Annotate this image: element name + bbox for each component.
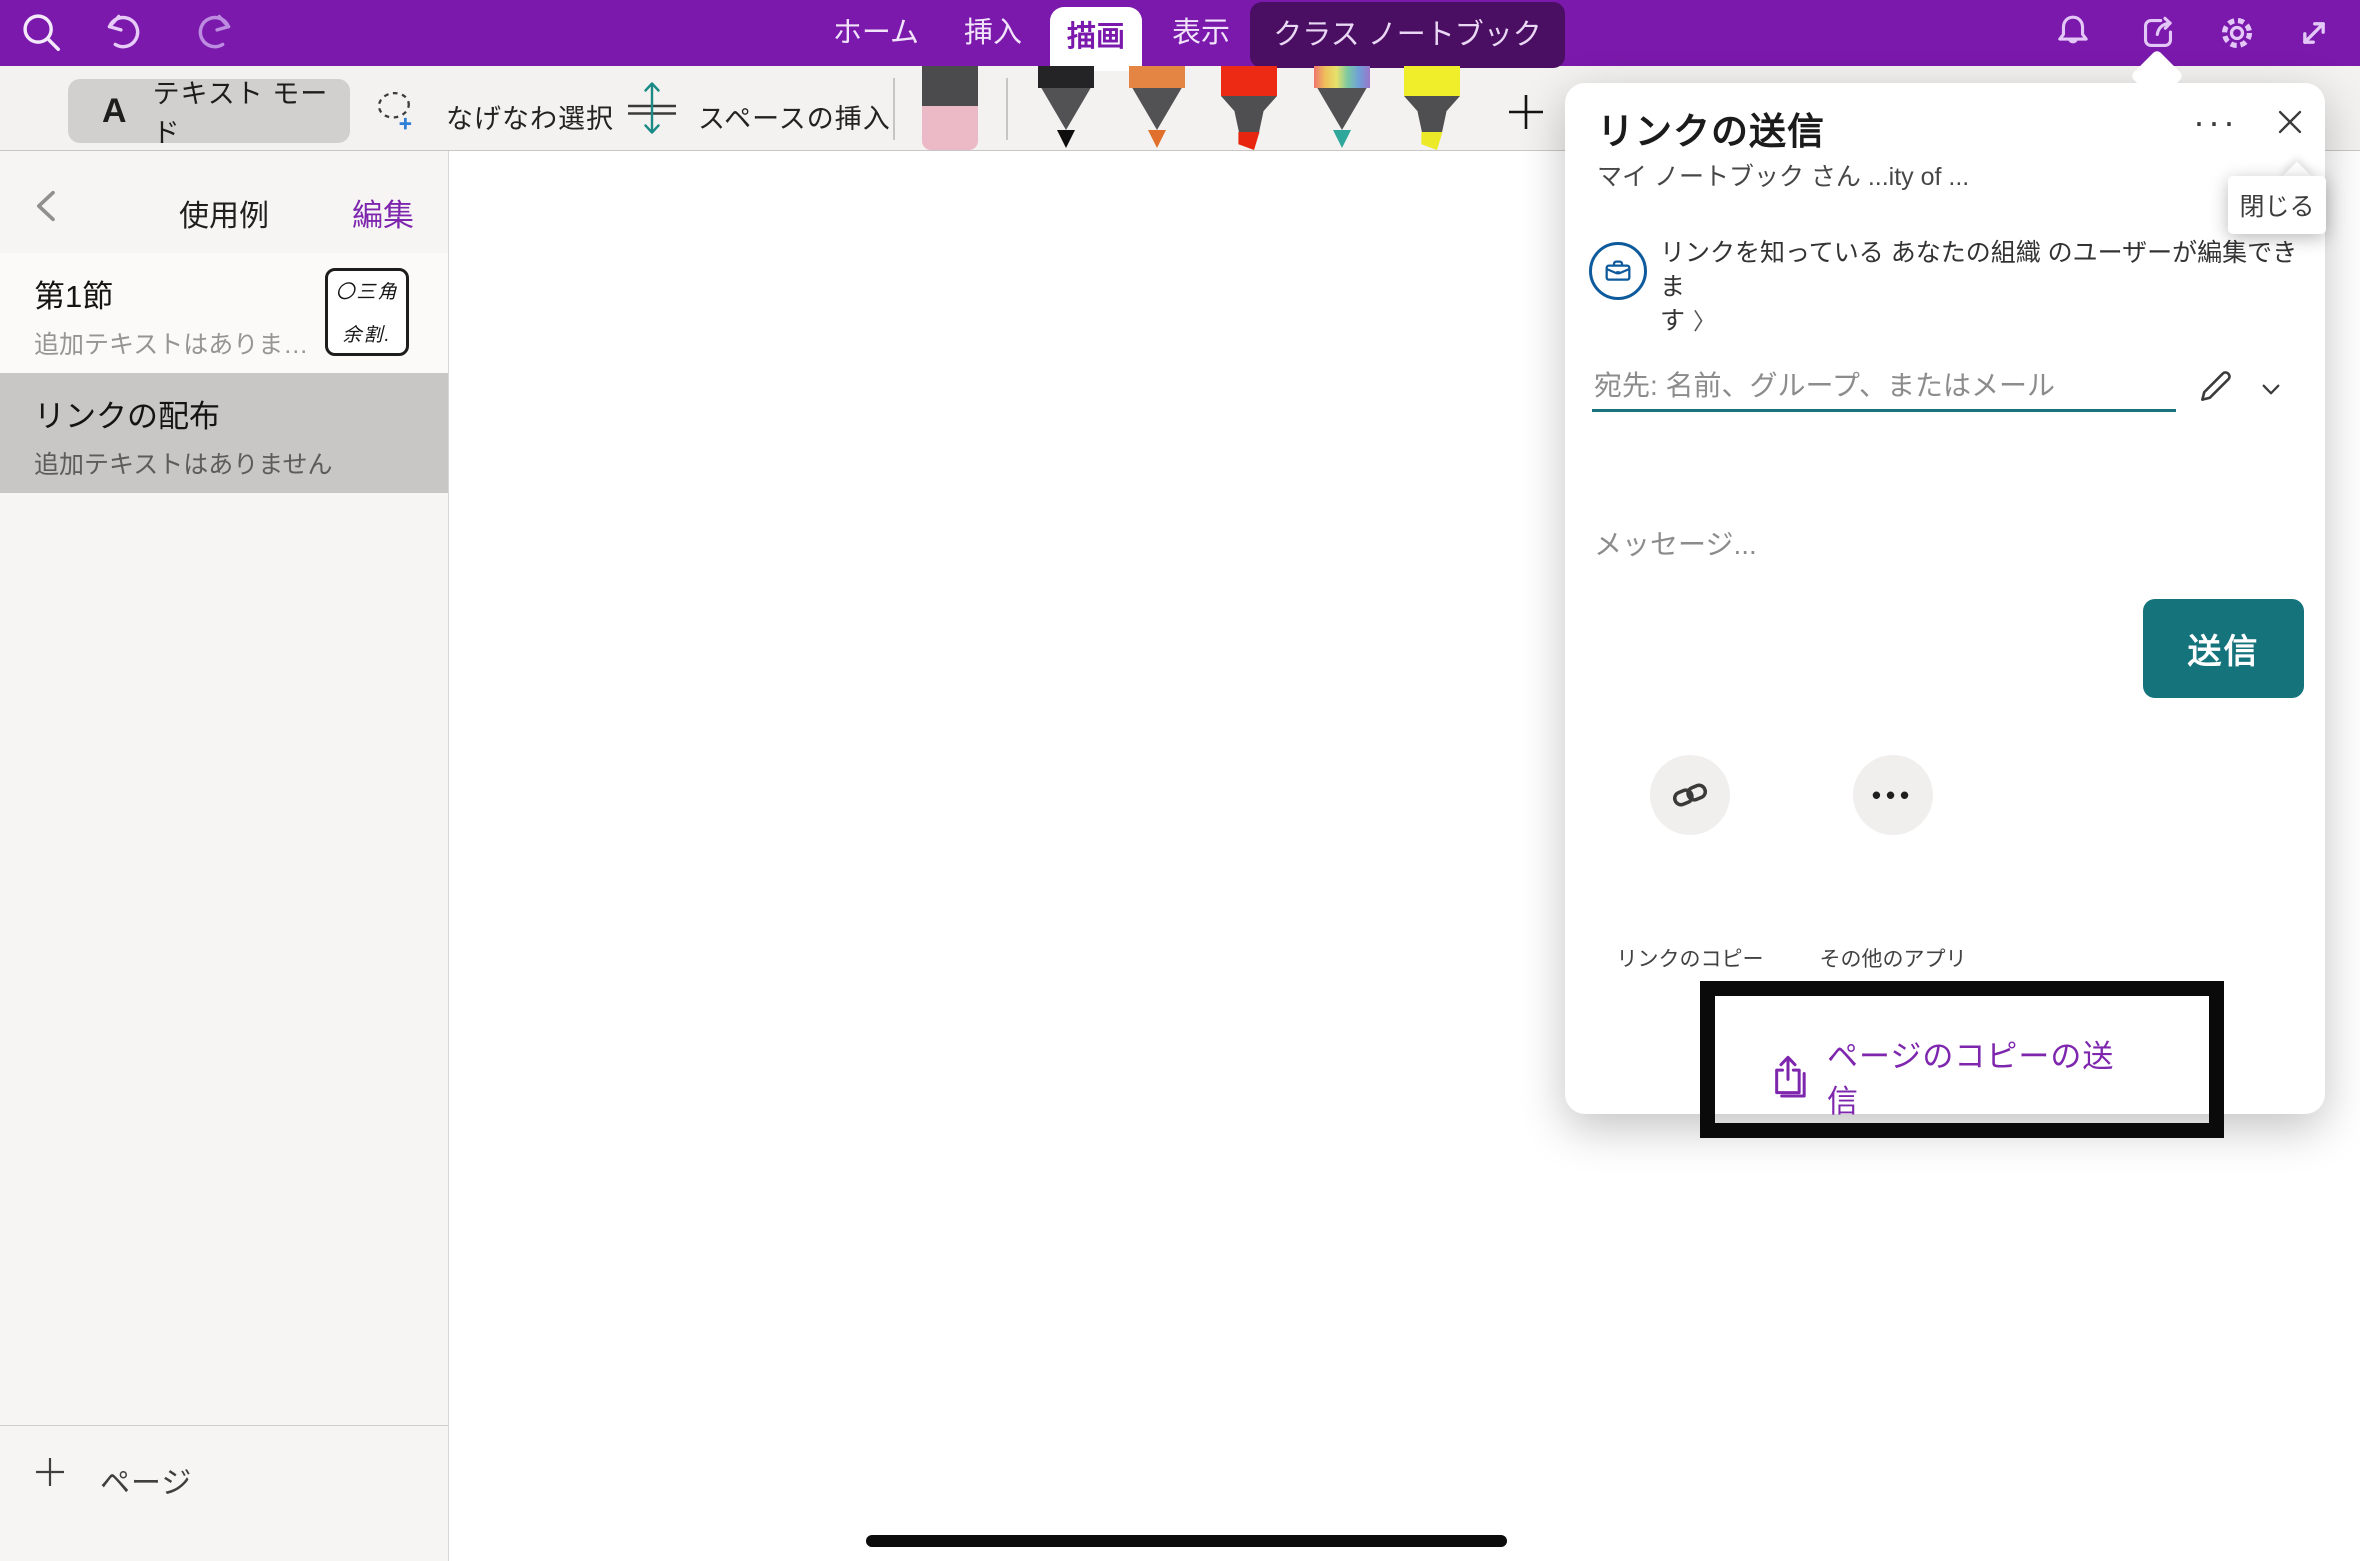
yellow-highlighter-tool[interactable] (1404, 66, 1460, 150)
permission-line2: す (1660, 307, 1685, 335)
tab-insert[interactable]: 挿入 (950, 0, 1036, 66)
orange-pen-tool[interactable] (1129, 66, 1185, 148)
close-icon[interactable] (2273, 105, 2307, 139)
chevron-right-icon: 〉 (1693, 308, 1716, 334)
notebook-subtitle: マイ ノートブック さん ...ity of ... (1597, 157, 1969, 193)
send-button-label: 送信 (2188, 624, 2260, 673)
thumbnail-handwriting-line: 余割. (332, 320, 402, 347)
add-page-plus-icon[interactable] (30, 1452, 70, 1492)
add-page-button[interactable]: ページ (100, 1458, 192, 1502)
copy-link-label: リンクのコピー (1610, 943, 1770, 973)
recipient-input[interactable] (1592, 363, 2176, 412)
link-icon (1669, 774, 1711, 816)
eraser-tool[interactable] (922, 66, 978, 150)
toolbar-separator (893, 78, 895, 140)
more-apps-button[interactable]: ••• (1853, 755, 1933, 835)
expand-fullscreen-icon[interactable] (2292, 11, 2336, 55)
eraser-body (922, 106, 978, 150)
highlight-annotation-box (1700, 981, 2224, 1138)
page-subtitle: 追加テキストはありま… (34, 325, 308, 361)
more-options-button[interactable]: ··· (2193, 101, 2249, 143)
message-input[interactable] (1592, 521, 2296, 569)
share-icon[interactable] (2136, 11, 2180, 55)
divider (0, 1425, 448, 1426)
insert-space-label[interactable]: スペースの挿入 (698, 97, 891, 136)
red-highlighter-tool[interactable] (1221, 66, 1277, 150)
send-button[interactable]: 送信 (2143, 599, 2304, 698)
close-tooltip: 閉じる (2228, 176, 2326, 234)
eraser-cap (922, 66, 978, 106)
lasso-select-icon[interactable] (372, 88, 418, 134)
copy-link-button[interactable] (1650, 755, 1730, 835)
page-list-sidebar: 使用例 編集 第1節 追加テキストはありま… 〇三角 余割. リンクの配布 追加… (0, 150, 449, 1561)
edit-button[interactable]: 編集 (352, 190, 432, 235)
text-mode-button[interactable]: A テキスト モード (68, 79, 350, 143)
lasso-select-label[interactable]: なげなわ選択 (446, 97, 614, 136)
top-app-bar: ホーム 挿入 表示 (0, 0, 2360, 66)
settings-gear-icon[interactable] (2215, 11, 2259, 55)
page-item-section1[interactable]: 第1節 追加テキストはありま… 〇三角 余割. (0, 253, 448, 373)
ellipsis-icon: ••• (1872, 780, 1914, 811)
undo-icon[interactable] (100, 9, 146, 55)
more-apps-label: その他のアプリ (1803, 943, 1983, 973)
page-title: リンクの配布 (34, 391, 220, 436)
page-title: 第1節 (34, 271, 113, 316)
toolbar-separator (1006, 78, 1008, 140)
text-mode-a-icon: A (102, 92, 127, 131)
black-pen-tool[interactable] (1038, 66, 1094, 148)
edit-pencil-icon[interactable] (2195, 365, 2237, 407)
tab-draw-selected[interactable]: 描画 (1050, 7, 1142, 71)
page-thumbnail: 〇三角 余割. (325, 268, 409, 356)
page-item-link-distribution-selected[interactable]: リンクの配布 追加テキストはありません (0, 373, 448, 493)
bell-icon[interactable] (2051, 11, 2095, 55)
page-subtitle: 追加テキストはありません (34, 445, 333, 481)
tab-home[interactable]: ホーム (820, 0, 932, 66)
insert-space-icon[interactable] (624, 76, 680, 140)
search-icon[interactable] (18, 9, 64, 55)
onenote-app: ホーム 挿入 表示 クラス (0, 0, 2360, 1561)
redo-icon[interactable] (192, 9, 238, 55)
send-link-dialog: リンクの送信 ··· マイ ノートブック さん ...ity of ... リン… (1565, 83, 2325, 1114)
tab-class-notebook[interactable]: クラス ノートブック (1250, 2, 1565, 68)
rainbow-pen-tool[interactable] (1314, 66, 1370, 148)
text-mode-label: テキスト モード (153, 72, 350, 150)
dialog-title: リンクの送信 (1597, 101, 1825, 155)
permission-settings-link[interactable]: リンクを知っている あなたの組織 のユーザーが編集できま す〉 (1660, 236, 2315, 338)
add-pen-plus-icon[interactable] (1504, 90, 1548, 134)
permission-line1: リンクを知っている あなたの組織 のユーザーが編集できま (1660, 239, 2297, 301)
thumbnail-handwriting-line: 〇三角 (332, 277, 402, 304)
chevron-down-icon[interactable] (2255, 373, 2287, 405)
permission-briefcase-icon (1589, 242, 1647, 300)
home-indicator-bar[interactable] (866, 1535, 1507, 1547)
tab-view[interactable]: 表示 (1158, 0, 1244, 66)
